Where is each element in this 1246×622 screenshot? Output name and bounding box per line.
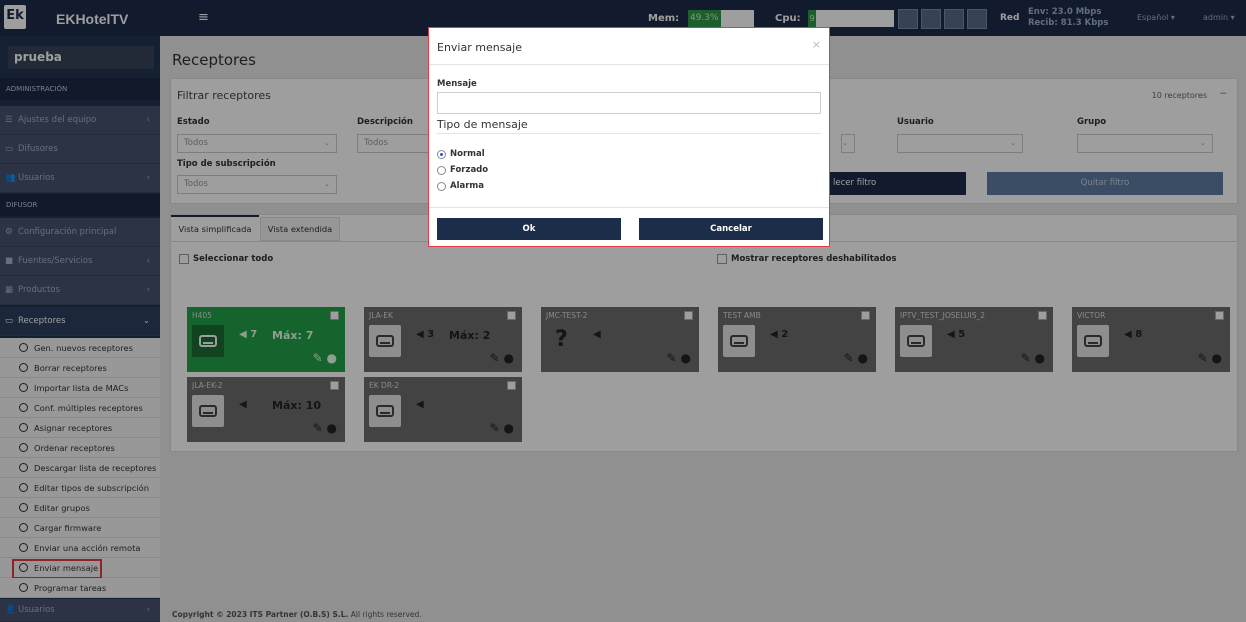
radio-alarma-label: Alarma [450, 181, 485, 191]
radio-forzado[interactable] [437, 166, 446, 175]
ok-button[interactable]: Ok [437, 218, 621, 240]
radio-normal-label: Normal [450, 149, 485, 159]
message-type-label: Tipo de mensaje [437, 118, 528, 131]
modal-title: Enviar mensaje [437, 41, 522, 54]
close-icon[interactable]: × [812, 38, 821, 51]
message-label: Mensaje [437, 79, 477, 89]
send-message-modal: Enviar mensaje × Mensaje Tipo de mensaje… [428, 27, 830, 247]
cancel-button[interactable]: Cancelar [639, 218, 823, 240]
modal-footer-divider [429, 207, 829, 208]
modal-header-divider [429, 64, 829, 65]
radio-alarma[interactable] [437, 182, 446, 191]
radio-forzado-label: Forzado [450, 165, 489, 175]
message-input[interactable] [437, 92, 821, 114]
type-divider [437, 133, 821, 134]
radio-normal[interactable] [437, 150, 446, 159]
